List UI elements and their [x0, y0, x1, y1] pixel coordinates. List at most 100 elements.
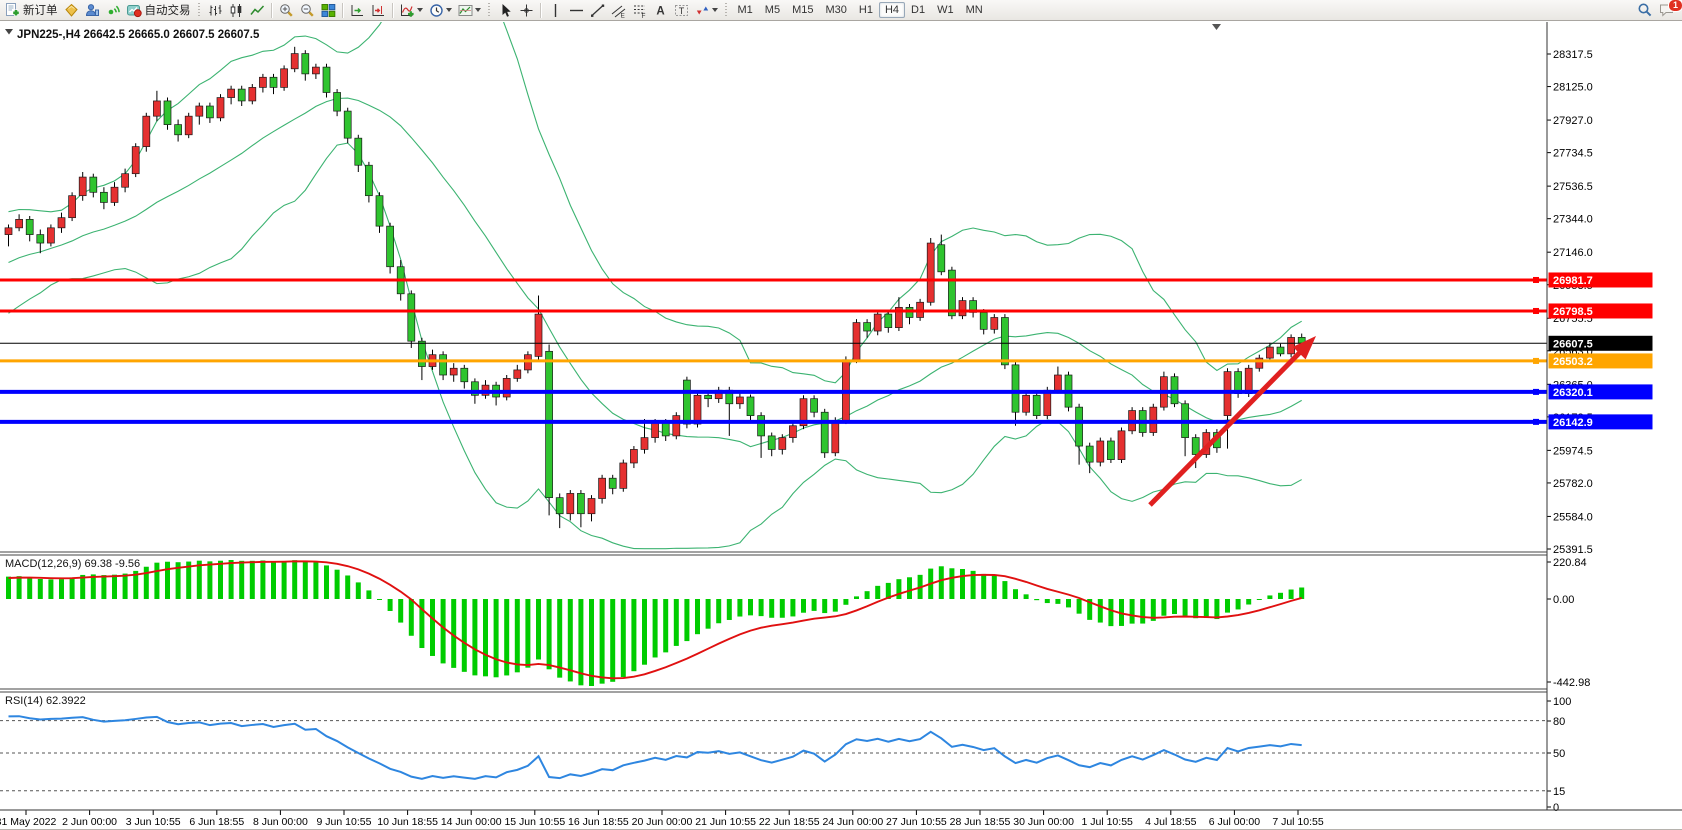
svg-text:28125.0: 28125.0 — [1553, 82, 1593, 94]
svg-text:27146.0: 27146.0 — [1553, 247, 1593, 259]
svg-text:-442.98: -442.98 — [1553, 677, 1590, 689]
text-label-tool-button[interactable]: T — [671, 1, 692, 20]
svg-text:27344.0: 27344.0 — [1553, 214, 1593, 226]
market-watch-button[interactable] — [61, 1, 82, 20]
chart-canvas[interactable]: 28317.528125.027927.027734.527536.527344… — [0, 21, 1682, 830]
new-order-button[interactable]: 新订单 — [2, 1, 61, 20]
trendline-icon — [590, 3, 605, 18]
svg-text:27927.0: 27927.0 — [1553, 115, 1593, 127]
svg-text:8 Jun 00:00: 8 Jun 00:00 — [253, 816, 308, 828]
svg-text:0: 0 — [1553, 802, 1559, 814]
tab-timeframe-m30[interactable]: M30 — [819, 2, 852, 18]
arrows-dropdown-caret — [712, 8, 718, 12]
horizontal-levels[interactable] — [0, 277, 1547, 425]
autotrade-label: 自动交易 — [145, 2, 191, 18]
vertical-line-tool-button[interactable] — [545, 1, 566, 20]
tile-windows-button[interactable] — [318, 1, 339, 20]
toolbar-grip[interactable] — [197, 3, 202, 18]
text-label-icon: T — [674, 3, 689, 18]
svg-text:26798.5: 26798.5 — [1553, 306, 1593, 318]
templates-button[interactable] — [455, 1, 484, 20]
tile-windows-icon — [321, 3, 336, 18]
zoom-out-button[interactable] — [297, 1, 318, 20]
indicators-icon — [400, 3, 415, 18]
trendline-tool-button[interactable] — [587, 1, 608, 20]
macd-pane-series — [6, 560, 1304, 686]
arrows-tool-button[interactable] — [692, 1, 721, 20]
equidistant-channel-icon: E — [611, 3, 626, 18]
arrows-icon — [695, 3, 710, 18]
svg-text:20 Jun 00:00: 20 Jun 00:00 — [632, 816, 693, 828]
toolbar-grip[interactable] — [487, 3, 492, 18]
svg-text:0.00: 0.00 — [1553, 594, 1574, 606]
tab-timeframe-mn[interactable]: MN — [960, 2, 989, 18]
autotrade-icon — [127, 3, 142, 18]
indicators-button[interactable] — [397, 1, 426, 20]
svg-text:24 Jun 00:00: 24 Jun 00:00 — [822, 816, 883, 828]
crosshair-tool-button[interactable] — [516, 1, 537, 20]
tab-timeframe-m15[interactable]: M15 — [786, 2, 819, 18]
svg-text:2 Jun 00:00: 2 Jun 00:00 — [62, 816, 117, 828]
search-button[interactable] — [1634, 1, 1656, 20]
tab-timeframe-h4[interactable]: H4 — [879, 2, 905, 18]
zoom-in-icon — [279, 3, 294, 18]
svg-text:15: 15 — [1553, 786, 1565, 798]
svg-text:25584.0: 25584.0 — [1553, 511, 1593, 523]
chart-shift-button[interactable] — [368, 1, 389, 20]
bollinger-bands — [9, 21, 1302, 549]
candlestick-icon — [229, 3, 244, 18]
auto-scroll-button[interactable] — [347, 1, 368, 20]
cursor-tool-button[interactable] — [495, 1, 516, 20]
periods-button[interactable] — [426, 1, 455, 20]
autotrade-button[interactable]: 自动交易 — [124, 1, 194, 20]
channel-tool-button[interactable]: E — [608, 1, 629, 20]
time-axis[interactable]: 31 May 20222 Jun 00:003 Jun 10:556 Jun 1… — [0, 810, 1324, 828]
symbol-dropdown-icon[interactable] — [5, 29, 13, 35]
svg-text:25391.5: 25391.5 — [1553, 544, 1593, 556]
search-icon — [1637, 2, 1653, 18]
svg-text:21 Jun 10:55: 21 Jun 10:55 — [695, 816, 756, 828]
tab-timeframe-m5[interactable]: M5 — [759, 2, 786, 18]
svg-text:F: F — [641, 12, 645, 17]
signals-button[interactable] — [103, 1, 124, 20]
pane-borders — [0, 22, 1682, 830]
text-tool-button[interactable]: A — [650, 1, 671, 20]
horizontal-line-tool-button[interactable] — [566, 1, 587, 20]
toolbar: 新订单 自动交易 E F A — [0, 0, 1682, 21]
cursor-icon — [498, 3, 513, 18]
chart-shift-marker[interactable] — [1212, 24, 1221, 30]
svg-text:80: 80 — [1553, 716, 1565, 728]
svg-text:3 Jun 10:55: 3 Jun 10:55 — [126, 816, 181, 828]
svg-text:30 Jun 00:00: 30 Jun 00:00 — [1013, 816, 1074, 828]
rsi-label: RSI(14) 62.3922 — [5, 695, 86, 707]
clock-icon — [429, 3, 444, 18]
svg-text:T: T — [678, 6, 684, 16]
tab-timeframe-h1[interactable]: H1 — [853, 2, 879, 18]
notifications-button[interactable]: 1 — [1656, 1, 1678, 20]
symbol-ohlc-title: JPN225-,H4 26642.5 26665.0 26607.5 26607… — [17, 29, 260, 41]
svg-text:22 Jun 18:55: 22 Jun 18:55 — [759, 816, 820, 828]
accounts-button[interactable] — [82, 1, 103, 20]
tab-timeframe-m1[interactable]: M1 — [732, 2, 759, 18]
candlestick-series — [5, 47, 1305, 528]
svg-text:10 Jun 18:55: 10 Jun 18:55 — [377, 816, 438, 828]
tab-timeframe-d1[interactable]: D1 — [905, 2, 931, 18]
svg-text:26607.5: 26607.5 — [1553, 338, 1593, 350]
zoom-out-icon — [300, 3, 315, 18]
svg-text:A: A — [656, 5, 664, 17]
svg-text:6 Jun 18:55: 6 Jun 18:55 — [189, 816, 244, 828]
indicators-dropdown-caret — [417, 8, 423, 12]
chart-shift-icon — [371, 3, 386, 18]
line-chart-mode-button[interactable] — [247, 1, 268, 20]
svg-text:26981.7: 26981.7 — [1553, 275, 1593, 287]
bar-chart-mode-button[interactable] — [205, 1, 226, 20]
candlestick-mode-button[interactable] — [226, 1, 247, 20]
tab-timeframe-w1[interactable]: W1 — [931, 2, 960, 18]
periods-dropdown-caret — [446, 8, 452, 12]
rsi-pane-series — [0, 716, 1547, 791]
toolbar-grip[interactable] — [724, 3, 729, 18]
svg-text:7 Jul 10:55: 7 Jul 10:55 — [1272, 816, 1324, 828]
fibonacci-tool-button[interactable]: F — [629, 1, 650, 20]
zoom-in-button[interactable] — [276, 1, 297, 20]
price-axis[interactable]: 28317.528125.027927.027734.527536.527344… — [1547, 49, 1593, 814]
